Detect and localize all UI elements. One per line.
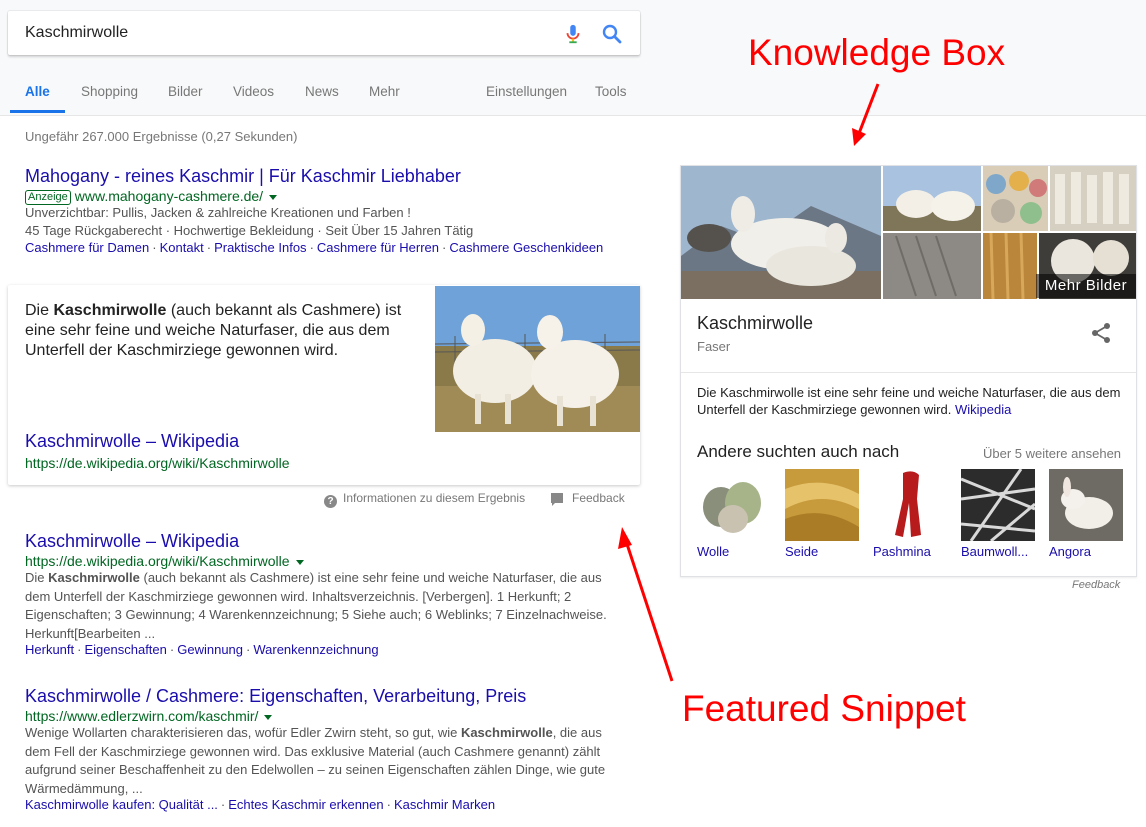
annotation-featured-snippet: Featured Snippet [682,688,966,729]
deeplink[interactable]: Herkunft [25,642,74,657]
result-url: https://www.edlerzwirn.com/kaschmir/ [25,708,259,724]
share-icon[interactable] [1089,321,1113,345]
related-thumb-seide[interactable] [785,469,859,541]
knowledge-panel-feedback-link[interactable]: Feedback [1072,579,1120,591]
snippet-url: https://de.wikipedia.org/wiki/Kaschmirwo… [25,455,290,471]
ad-sitelink[interactable]: Kontakt [160,240,204,255]
ad-url: www.mahogany-cashmere.de/ [74,188,264,204]
snippet-feedback-link[interactable]: Feedback [551,491,625,506]
result-title-link[interactable]: Kaschmirwolle / Cashmere: Eigenschaften,… [25,686,526,707]
deeplink[interactable]: Warenkennzeichnung [253,642,378,657]
result-snippet: Die Kaschmirwolle (auch bekannt als Cash… [25,570,607,641]
tab-settings[interactable]: Einstellungen [486,84,567,99]
also-searched-heading: Andere suchten auch nach [697,442,900,461]
search-input[interactable]: Kaschmirwolle [25,24,128,42]
tab-all[interactable]: Alle [25,84,50,99]
tab-more[interactable]: Mehr [369,84,400,99]
ad-sitelinks: Cashmere für Damen · Kontakt · Praktische In… [25,240,604,255]
result-url: https://de.wikipedia.org/wiki/Kaschmirwo… [25,553,290,569]
related-thumb-angora[interactable] [1049,469,1123,541]
related-thumb-baumwolle[interactable] [961,469,1035,541]
related-thumb-pashmina[interactable] [873,469,947,541]
result-deeplinks: Kaschmirwolle kaufen: Qualität ... · Echte… [25,797,496,812]
active-tab-indicator [10,110,65,113]
knowledge-panel-title: Kaschmirwolle [697,313,814,333]
ad-sitelink[interactable]: Cashmere für Herren [317,240,439,255]
result-url-line: https://de.wikipedia.org/wiki/Kaschmirwo… [25,553,304,569]
result-snippet: Wenige Wollarten charakterisieren das, w… [25,725,606,796]
related-thumb-wolle[interactable] [697,469,771,541]
annotation-knowledge-box: Knowledge Box [748,32,1006,73]
divider [681,372,1136,373]
snippet-goats-image[interactable] [435,286,640,432]
ad-line-1: Unverzichtbar: Pullis, Jacken & zahlreic… [25,205,411,220]
ad-url-line: Anzeige www.mahogany-cashmere.de/ [25,188,278,205]
related-label[interactable]: Pashmina [873,544,931,559]
related-label[interactable]: Angora [1049,544,1091,559]
result-stats: Ungefähr 267.000 Ergebnisse (0,27 Sekund… [25,129,298,144]
result-url-line: https://www.edlerzwirn.com/kaschmir/ [25,708,273,724]
deeplink[interactable]: Kaschmirwolle kaufen: Qualität ... [25,797,218,812]
ad-sitelink[interactable]: Cashmere Geschenkideen [449,240,603,255]
microphone-icon[interactable] [562,22,584,46]
ad-sitelink[interactable]: Praktische Infos [214,240,307,255]
tab-news[interactable]: News [305,84,339,99]
search-box[interactable]: Kaschmirwolle [8,11,640,55]
deeplink[interactable]: Eigenschaften [84,642,166,657]
more-images-button[interactable]: Mehr Bilder [1036,274,1136,298]
snippet-title-link[interactable]: Kaschmirwolle – Wikipedia [25,431,239,452]
deeplink[interactable]: Kaschmir Marken [394,797,495,812]
search-icon[interactable] [600,22,624,46]
feedback-icon [551,493,563,506]
ad-line-2: 45 Tage Rückgaberecht · Hochwertige Bekl… [25,223,474,238]
featured-snippet-text: Die Kaschmirwolle (auch bekannt als Cash… [25,302,402,359]
about-result-link[interactable]: ? Informationen zu diesem Ergebnis [324,491,525,508]
related-label[interactable]: Baumwoll... [961,544,1028,559]
deeplink[interactable]: Gewinnung [177,642,243,657]
annotation-arrow-knowledge-box [852,83,880,146]
knowledge-panel-description: Die Kaschmirwolle ist eine sehr feine un… [697,385,1121,417]
ad-badge: Anzeige [25,190,71,205]
dropdown-caret-icon[interactable] [264,714,273,720]
featured-snippet-card: Die Kaschmirwolle (auch bekannt als Cash… [8,285,640,485]
ad-title-link[interactable]: Mahogany - reines Kaschmir | Für Kaschmi… [25,166,461,187]
annotation-arrow-featured-snippet [618,527,674,682]
knowledge-panel: Mehr Bilder Kaschmirwolle Faser Die Kasc… [680,165,1137,577]
result-title-link[interactable]: Kaschmirwolle – Wikipedia [25,531,239,552]
related-label[interactable]: Seide [785,544,818,559]
dropdown-caret-icon[interactable] [295,559,304,565]
related-label[interactable]: Wolle [697,544,729,559]
dropdown-caret-icon[interactable] [269,194,278,200]
result-deeplinks: Herkunft · Eigenschaften · Gewinnung · Warenke… [25,642,379,657]
tab-videos[interactable]: Videos [233,84,274,99]
knowledge-panel-subtitle: Faser [697,339,731,354]
help-icon: ? [324,495,337,508]
tab-tools[interactable]: Tools [595,84,627,99]
tab-shopping[interactable]: Shopping [81,84,138,99]
see-more-link[interactable]: Über 5 weitere ansehen [983,446,1121,461]
ad-sitelink[interactable]: Cashmere für Damen [25,240,149,255]
deeplink[interactable]: Echtes Kaschmir erkennen [228,797,383,812]
wikipedia-link[interactable]: Wikipedia [955,402,1011,417]
tab-images[interactable]: Bilder [168,84,203,99]
